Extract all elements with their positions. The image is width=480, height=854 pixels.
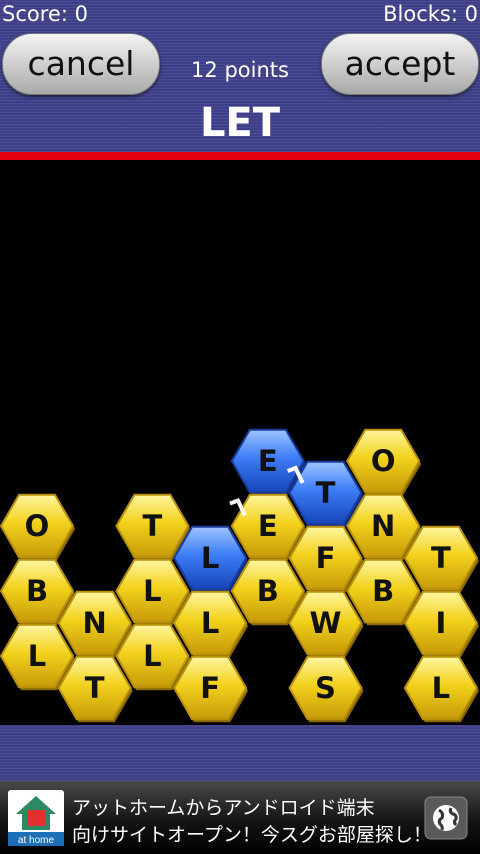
tile-letter: L (28, 639, 46, 673)
hex-tile[interactable]: O (0, 493, 75, 561)
ad-text-line2: 向けサイトオープン！今スグお部屋探し！ (72, 824, 432, 846)
game-header: Score: 0 Blocks: 0 cancel 12 points acce… (0, 0, 480, 152)
globe-icon[interactable] (424, 796, 468, 840)
athome-logo[interactable]: at home (8, 790, 64, 846)
tile-letter: B (372, 574, 394, 608)
tile-letter: L (201, 541, 219, 575)
tile-letter: I (436, 606, 447, 640)
score-label: Score: 0 (2, 2, 88, 26)
tile-letter: L (143, 639, 161, 673)
ad-banner[interactable]: at home アットホームからアンドロイド端末 向けサイトオープン！今スグお部… (0, 781, 480, 854)
house-icon: at home (8, 796, 64, 846)
tile-letter: F (316, 541, 336, 575)
tile-letter: S (315, 671, 336, 705)
selection-link (229, 497, 247, 517)
hex-grid[interactable]: OBLNTTLLLLFEEBTFWSONBTIL (0, 160, 480, 725)
ad-text-line1: アットホームからアンドロイド端末 (72, 797, 375, 819)
tile-letter: B (26, 574, 48, 608)
tile-letter: F (200, 671, 220, 705)
tile-letter: N (371, 509, 395, 543)
tile-letter: W (310, 606, 342, 640)
tile-letter: O (371, 444, 396, 478)
tile-letter: L (143, 574, 161, 608)
accept-button[interactable]: accept (321, 33, 479, 95)
tile-letter: T (431, 541, 451, 575)
tile-letter: E (258, 444, 278, 478)
red-divider (0, 152, 480, 160)
blocks-label: Blocks: 0 (383, 2, 478, 26)
current-word: LET (199, 100, 281, 146)
tile-letter: L (201, 606, 219, 640)
tile-letter: E (258, 509, 278, 543)
tile-letter: O (25, 509, 50, 543)
hex-tile[interactable]: L (403, 655, 479, 723)
tile-letter: L (432, 671, 450, 705)
logo-text: at home (18, 835, 55, 846)
tile-letter: B (257, 574, 279, 608)
cancel-button[interactable]: cancel (2, 33, 160, 95)
hex-tile[interactable]: S (288, 655, 364, 723)
points-label: 12 points (191, 58, 289, 82)
footer-bar (0, 725, 480, 781)
hex-tiles[interactable]: OBLNTTLLLLFEEBTFWSONBTIL (0, 428, 479, 723)
tile-letter: T (85, 671, 105, 705)
hex-tile[interactable]: O (346, 428, 422, 496)
tile-letter: T (316, 476, 336, 510)
tile-letter: N (83, 606, 107, 640)
tile-letter: T (143, 509, 163, 543)
game-board[interactable]: OBLNTTLLLLFEEBTFWSONBTIL (0, 160, 480, 725)
